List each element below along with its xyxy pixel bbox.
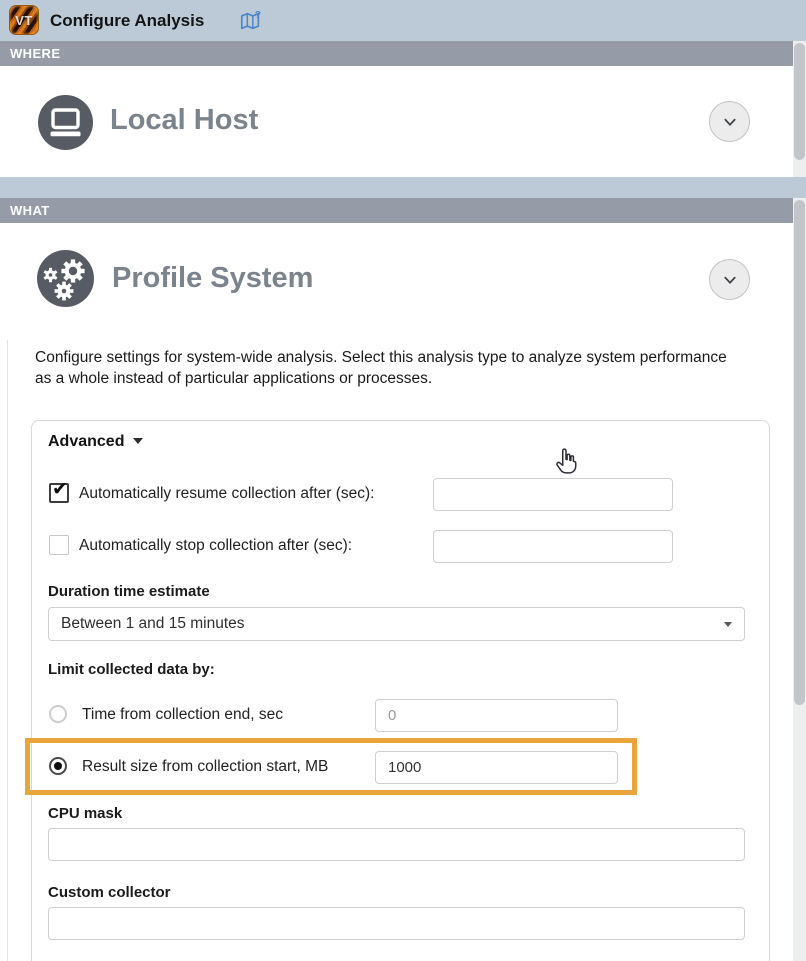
result-size-radio[interactable] — [49, 757, 67, 775]
configure-analysis-window: VT Configure Analysis ? WHERE Local Host… — [0, 0, 806, 961]
cpu-mask-input[interactable] — [48, 828, 745, 861]
advanced-toggle-label: Advanced — [48, 433, 124, 450]
what-section-header: WHAT — [0, 198, 793, 223]
where-target-title: Local Host — [110, 104, 258, 137]
analysis-type-title: Profile System — [112, 262, 313, 295]
where-section-header: WHERE — [0, 41, 793, 66]
vtune-logo-text: VT — [15, 13, 33, 28]
page-title: Configure Analysis — [50, 0, 204, 41]
checkmark-icon: ✔ — [52, 478, 68, 501]
vtune-logo-icon: VT — [10, 6, 38, 34]
what-scrollbar-thumb[interactable] — [794, 200, 805, 705]
time-limit-label: Time from collection end, sec — [82, 706, 283, 724]
analysis-description: Configure settings for system-wide analy… — [35, 347, 727, 389]
resume-collection-checkbox[interactable]: ✔ — [49, 483, 69, 503]
local-host-icon — [38, 95, 93, 150]
where-scrollbar-thumb[interactable] — [794, 43, 805, 160]
custom-collector-input[interactable] — [48, 907, 745, 940]
stop-collection-checkbox[interactable] — [49, 535, 69, 555]
resume-seconds-input[interactable] — [433, 478, 673, 511]
title-bar: VT Configure Analysis ? — [0, 0, 806, 41]
result-size-input[interactable] — [375, 751, 618, 784]
caret-down-icon — [133, 438, 143, 444]
custom-collector-label: Custom collector — [48, 884, 171, 901]
duration-estimate-label: Duration time estimate — [48, 583, 210, 600]
profile-system-icon — [37, 250, 94, 307]
what-expand-button[interactable] — [709, 259, 750, 300]
advanced-toggle[interactable]: Advanced — [48, 433, 143, 451]
duration-select-value: Between 1 and 15 minutes — [61, 615, 245, 632]
settings-pane-border — [7, 340, 8, 961]
resume-collection-label: Automatically resume collection after (s… — [79, 485, 374, 503]
stop-collection-label: Automatically stop collection after (sec… — [79, 537, 352, 555]
svg-text:?: ? — [255, 10, 261, 21]
duration-select[interactable]: Between 1 and 15 minutes — [48, 607, 745, 641]
result-size-label: Result size from collection start, MB — [82, 758, 328, 776]
time-limit-input[interactable] — [375, 699, 618, 732]
caret-down-icon — [724, 622, 732, 627]
help-map-icon[interactable]: ? — [239, 9, 263, 33]
cpu-mask-label: CPU mask — [48, 805, 122, 822]
limit-data-label: Limit collected data by: — [48, 661, 215, 678]
time-limit-radio[interactable] — [49, 705, 67, 723]
where-expand-button[interactable] — [709, 101, 750, 142]
stop-seconds-input[interactable] — [433, 530, 673, 563]
